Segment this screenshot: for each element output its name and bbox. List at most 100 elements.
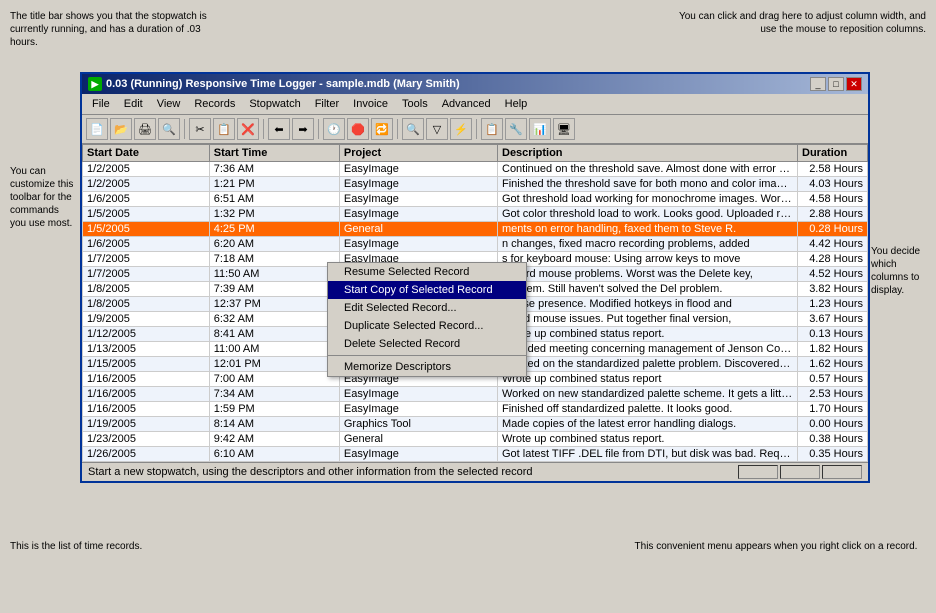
table-row[interactable]: 1/6/20056:51 AMEasyImageGot threshold lo… [83, 192, 868, 207]
tb-print[interactable]: 🖨 [134, 118, 156, 140]
cell-project: EasyImage [339, 237, 497, 252]
cell-time: 7:00 AM [209, 372, 339, 387]
ctx-duplicate[interactable]: Duplicate Selected Record... [328, 317, 526, 335]
ctx-memorize[interactable]: Memorize Descriptors [328, 358, 526, 376]
menu-tools[interactable]: Tools [396, 96, 434, 112]
cell-desc: s for keyboard mouse: Using arrow keys t… [498, 252, 798, 267]
table-row[interactable]: 1/16/20051:59 PMEasyImageFinished off st… [83, 402, 868, 417]
cell-date: 1/7/2005 [83, 252, 210, 267]
toolbar-sep-1 [184, 119, 185, 139]
tb-start[interactable]: 🕐 [323, 118, 345, 140]
window-title: 0.03 (Running) Responsive Time Logger - … [106, 78, 460, 90]
ctx-edit[interactable]: Edit Selected Record... [328, 299, 526, 317]
table-row[interactable]: 1/5/20051:32 PMEasyImageGot color thresh… [83, 207, 868, 222]
cell-time: 12:37 PM [209, 297, 339, 312]
ctx-start-copy[interactable]: Start Copy of Selected Record [328, 281, 526, 299]
maximize-button[interactable]: □ [828, 77, 844, 91]
tb-prev[interactable]: ⬅ [268, 118, 290, 140]
cell-time: 7:36 AM [209, 162, 339, 177]
table-row[interactable]: 1/16/20057:34 AMEasyImageWorked on new s… [83, 387, 868, 402]
cell-desc: n changes, fixed macro recording problem… [498, 237, 798, 252]
cell-time: 1:59 PM [209, 402, 339, 417]
table-row[interactable]: 1/2/20051:21 PMEasyImageFinished the thr… [83, 177, 868, 192]
tb-new[interactable]: 📄 [86, 118, 108, 140]
status-panels [738, 465, 862, 479]
cell-time: 7:34 AM [209, 387, 339, 402]
cell-time: 1:32 PM [209, 207, 339, 222]
menu-invoice[interactable]: Invoice [347, 96, 394, 112]
cell-desc: ments on error handling, faxed them to S… [498, 222, 798, 237]
cell-date: 1/26/2005 [83, 447, 210, 462]
cell-desc: Attended meeting concerning management o… [498, 342, 798, 357]
cell-desc: Got color threshold load to work. Looks … [498, 207, 798, 222]
menu-view[interactable]: View [151, 96, 187, 112]
tb-copy[interactable]: 📋 [213, 118, 235, 140]
col-header-project[interactable]: Project [339, 145, 497, 162]
ctx-delete[interactable]: Delete Selected Record [328, 335, 526, 353]
menu-edit[interactable]: Edit [118, 96, 149, 112]
table-row[interactable]: 1/5/20054:25 PMGeneralments on error han… [83, 222, 868, 237]
col-header-date[interactable]: Start Date [83, 145, 210, 162]
table-row[interactable]: 1/6/20056:20 AMEasyImagen changes, fixed… [83, 237, 868, 252]
tb-filter[interactable]: ▽ [426, 118, 448, 140]
cell-date: 1/8/2005 [83, 282, 210, 297]
menu-advanced[interactable]: Advanced [436, 96, 497, 112]
tb-report[interactable]: 📋 [481, 118, 503, 140]
menu-stopwatch[interactable]: Stopwatch [243, 96, 306, 112]
menu-filter[interactable]: Filter [309, 96, 345, 112]
table-row[interactable]: 1/26/20056:10 AMEasyImageGot latest TIFF… [83, 447, 868, 462]
tb-cut[interactable]: ✂ [189, 118, 211, 140]
close-button[interactable]: ✕ [846, 77, 862, 91]
annotation-column-drag: You can click and drag here to adjust co… [676, 10, 926, 36]
ctx-resume[interactable]: Resume Selected Record [328, 263, 526, 281]
tb-open[interactable]: 📂 [110, 118, 132, 140]
menu-file[interactable]: File [86, 96, 116, 112]
cell-date: 1/7/2005 [83, 267, 210, 282]
cell-duration: 0.57 Hours [798, 372, 868, 387]
status-panel-2 [780, 465, 820, 479]
tb-lightning[interactable]: ⚡ [450, 118, 472, 140]
tb-search[interactable]: 🔍 [158, 118, 180, 140]
status-panel-3 [822, 465, 862, 479]
col-header-description[interactable]: Description [498, 145, 798, 162]
col-header-time[interactable]: Start Time [209, 145, 339, 162]
menu-records[interactable]: Records [188, 96, 241, 112]
cell-duration: 4.58 Hours [798, 192, 868, 207]
toolbar-sep-5 [476, 119, 477, 139]
cell-date: 1/16/2005 [83, 402, 210, 417]
cell-date: 1/2/2005 [83, 177, 210, 192]
ctx-separator [328, 355, 526, 356]
cell-desc: Finished off standardized palette. It lo… [498, 402, 798, 417]
tb-stop[interactable]: 🛑 [347, 118, 369, 140]
tb-settings[interactable]: 🔧 [505, 118, 527, 140]
minimize-button[interactable]: _ [810, 77, 826, 91]
annotation-title-bar: The title bar shows you that the stopwat… [10, 10, 230, 49]
tb-chart[interactable]: 📊 [529, 118, 551, 140]
status-panel-1 [738, 465, 778, 479]
cell-time: 8:14 AM [209, 417, 339, 432]
table-row[interactable]: 1/19/20058:14 AMGraphics ToolMade copies… [83, 417, 868, 432]
cell-desc: board mouse issues. Put together final v… [498, 312, 798, 327]
cell-duration: 0.38 Hours [798, 432, 868, 447]
table-row[interactable]: 1/23/20059:42 AMGeneralWrote up combined… [83, 432, 868, 447]
cell-date: 1/16/2005 [83, 372, 210, 387]
table-row[interactable]: 1/2/20057:36 AMEasyImageContinued on the… [83, 162, 868, 177]
cell-project: EasyImage [339, 387, 497, 402]
tb-display[interactable]: 🖥 [553, 118, 575, 140]
cell-desc: Wrote up combined status report. [498, 432, 798, 447]
menu-help[interactable]: Help [499, 96, 534, 112]
cell-project: EasyImage [339, 177, 497, 192]
cell-time: 6:51 AM [209, 192, 339, 207]
tb-resume[interactable]: 🔁 [371, 118, 393, 140]
cell-duration: 1.62 Hours [798, 357, 868, 372]
annotation-records: This is the list of time records. [10, 540, 240, 553]
col-header-duration[interactable]: Duration [798, 145, 868, 162]
tb-find[interactable]: 🔍 [402, 118, 424, 140]
tb-delete[interactable]: ❌ [237, 118, 259, 140]
cell-desc: Finished the threshold save for both mon… [498, 177, 798, 192]
cell-desc: Worked on the standardized palette probl… [498, 357, 798, 372]
cell-desc: Wrote up combined status report. [498, 327, 798, 342]
tb-next[interactable]: ➡ [292, 118, 314, 140]
annotation-columns: You decide which columns to display. [871, 245, 931, 297]
cell-duration: 0.35 Hours [798, 447, 868, 462]
